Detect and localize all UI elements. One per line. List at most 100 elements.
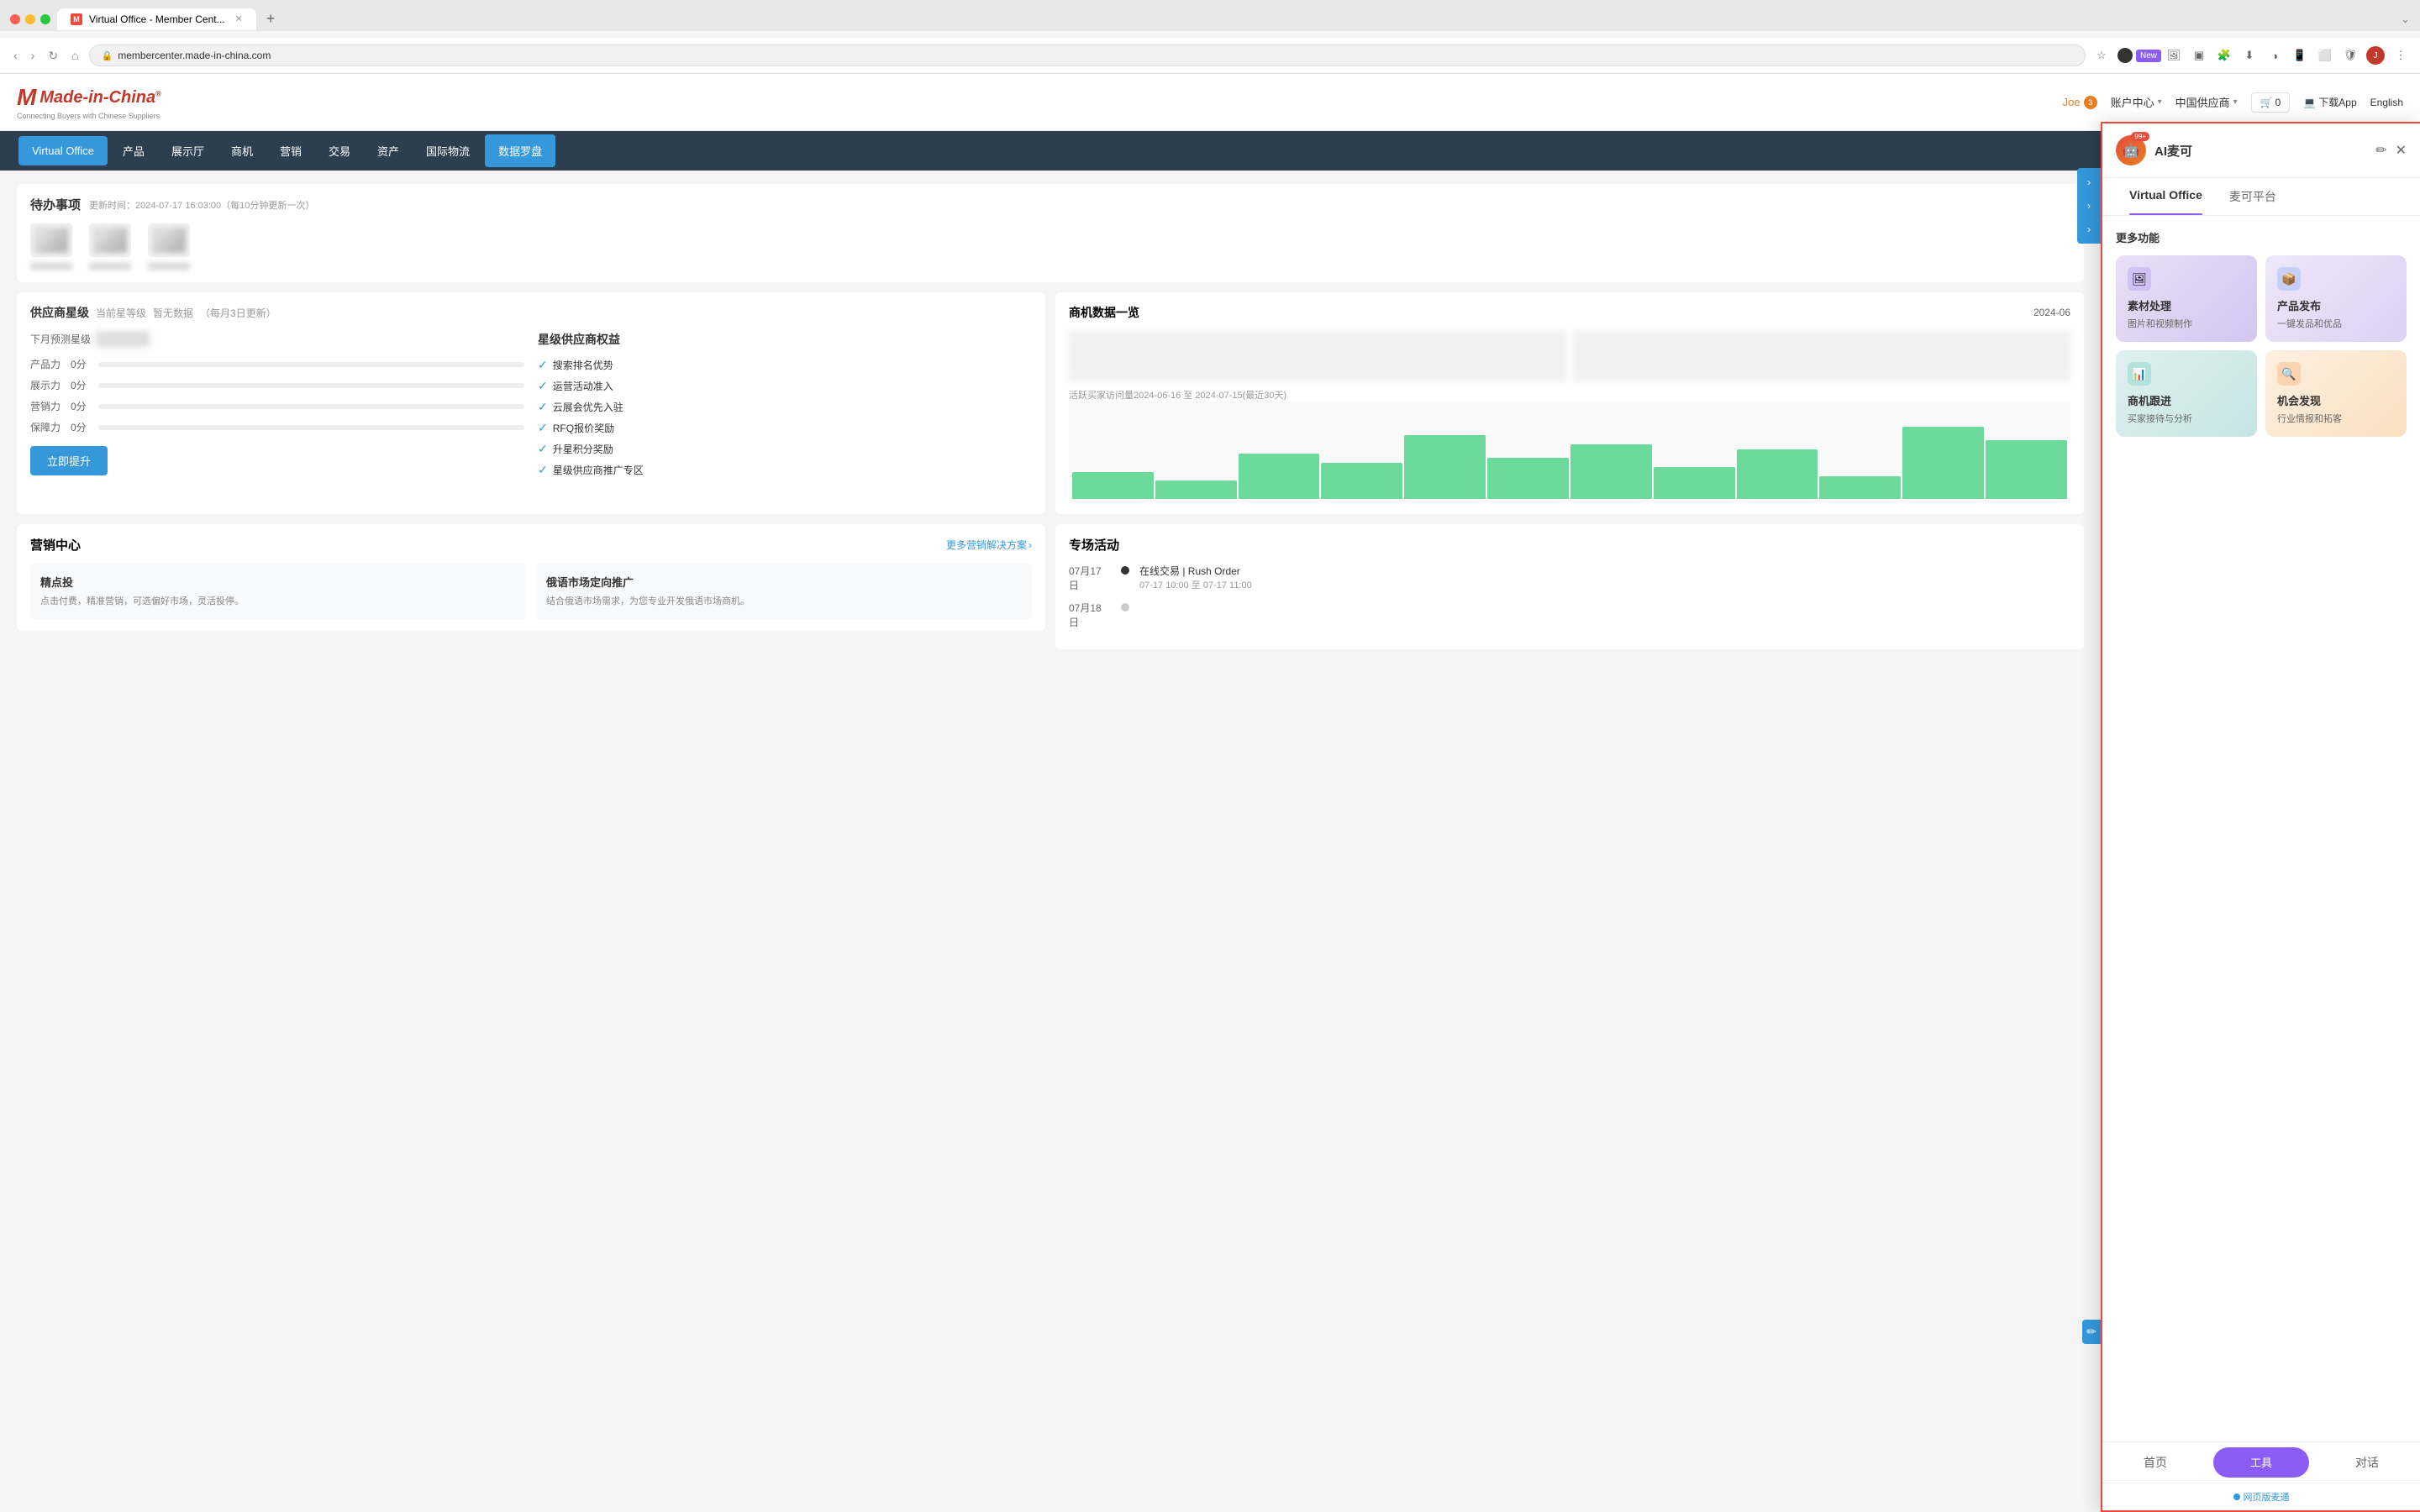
user-profile-icon[interactable]: J	[2366, 46, 2385, 65]
benefit-item-1: ✓ 搜索排名优势	[538, 358, 1032, 372]
supplier-menu[interactable]: 中国供应商 ▾	[2175, 94, 2238, 110]
feature-material-title: 素材处理	[2128, 297, 2245, 313]
nav-item-products[interactable]: 产品	[109, 131, 158, 171]
new-tab-button[interactable]: +	[260, 7, 282, 31]
mkt-card-2-title: 俄语市场定向推广	[546, 574, 1022, 590]
nav-item-opportunities[interactable]: 商机	[218, 131, 266, 171]
ai-feature-business[interactable]: 📊 商机跟进 买家接待与分析	[2116, 350, 2257, 437]
ai-compose-button[interactable]: ✏	[2375, 142, 2386, 159]
shield-icon[interactable]: 🛡	[2341, 46, 2360, 65]
ai-feature-discover[interactable]: 🔍 机会发现 行业情报和拓客	[2265, 350, 2407, 437]
marketing-section: 营销中心 更多营销解决方案 › 精点投 点击付费，精准营销，可选偏好市场，灵活投…	[17, 524, 1045, 649]
business-data-section: 商机数据一览 2024-06 活跃买家访问量2024-06-16 至 2024-…	[1055, 292, 2084, 514]
event-item-1[interactable]: 07月17日 在线交易 | Rush Order 07-17 10:00 至 0…	[1069, 564, 2070, 592]
todo-card-1[interactable]	[30, 223, 72, 270]
ai-nav-home[interactable]: 首页	[2102, 1442, 2208, 1483]
ai-feature-material[interactable]: 🖼 素材处理 图片和视频制作	[2116, 255, 2257, 342]
menu-icon[interactable]: ⋮	[2391, 46, 2410, 65]
strip-arrow-mid[interactable]: ›	[2084, 195, 2094, 217]
nav-item-assets[interactable]: 资产	[364, 131, 413, 171]
nav-item-showroom[interactable]: 展示厅	[158, 131, 218, 171]
more-marketing-link[interactable]: 更多营销解决方案 ›	[946, 538, 1032, 552]
todo-card-2[interactable]	[89, 223, 131, 270]
ai-feature-product[interactable]: 📦 产品发布 一键发品和优品	[2265, 255, 2407, 342]
event-item-2[interactable]: 07月18日	[1069, 601, 2070, 629]
bookmark-icon[interactable]: ☆	[2092, 46, 2111, 65]
nav-item-trade[interactable]: 交易	[315, 131, 364, 171]
nav-item-data-compass[interactable]: 数据罗盘	[485, 134, 555, 167]
close-button[interactable]	[10, 14, 20, 24]
traffic-lights	[10, 14, 50, 24]
event-date-2: 07月18日	[1069, 601, 1111, 629]
tab-favicon: M	[71, 13, 82, 25]
theme-icon[interactable]: ◑	[2265, 46, 2284, 65]
refresh-button[interactable]: ↻	[45, 45, 61, 66]
todo-card-icon-3	[148, 223, 190, 257]
ai-tab-maike[interactable]: 麦可平台	[2216, 178, 2290, 215]
nav-item-logistics[interactable]: 国际物流	[413, 131, 483, 171]
check-icon: ✓	[538, 379, 548, 393]
minimize-button[interactable]	[25, 14, 35, 24]
ai-bottom-nav: 首页 工具 对话	[2102, 1441, 2420, 1483]
todo-card-3[interactable]	[148, 223, 190, 270]
ai-close-button[interactable]: ✕	[2396, 142, 2407, 159]
address-bar[interactable]: 🔒 membercenter.made-in-china.com	[89, 45, 2086, 66]
benefit-item-6: ✓ 星级供应商推广专区	[538, 463, 1032, 477]
ai-nav-chat[interactable]: 对话	[2314, 1442, 2420, 1483]
benefit-item-4: ✓ RFQ报价奖励	[538, 421, 1032, 435]
feature-business-title: 商机跟进	[2128, 392, 2245, 408]
tab-bar: M Virtual Office - Member Cent... ✕ +	[57, 7, 1223, 31]
ai-nav-tools[interactable]: 工具	[2213, 1447, 2309, 1478]
business-chart-placeholder-2	[1573, 331, 2070, 381]
score-display-bar	[98, 383, 524, 388]
home-button[interactable]: ⌂	[68, 45, 82, 66]
record-icon[interactable]	[2118, 48, 2133, 63]
download-icon: 💻	[2303, 97, 2316, 108]
strip-arrow-down[interactable]: ›	[2084, 218, 2094, 240]
strip-arrow-up[interactable]: ›	[2084, 171, 2094, 193]
two-col-section: 供应商星级 当前星等级 暂无数据 （每月3日更新） 下月预测星级 暂无数据	[17, 292, 2084, 514]
photos-icon[interactable]: 🖼	[2165, 46, 2183, 65]
ai-name: AI麦可	[2154, 142, 2192, 160]
download-icon[interactable]: ⬇	[2240, 46, 2259, 65]
device-icon[interactable]: 📱	[2291, 46, 2309, 65]
todo-card-label-2	[89, 262, 131, 270]
chart-bar	[1155, 480, 1237, 499]
mkt-card-1-title: 精点投	[40, 574, 516, 590]
extensions-icon[interactable]: 🧩	[2215, 46, 2233, 65]
marketing-card-1[interactable]: 精点投 点击付费，精准营销，可选偏好市场，灵活投停。	[30, 564, 526, 619]
site-header: M Made-in-China® Connecting Buyers with …	[0, 74, 2420, 131]
new-feature-button[interactable]: New	[2139, 46, 2158, 65]
account-center-menu[interactable]: 账户中心 ▾	[2111, 94, 2162, 110]
edit-button[interactable]: ✏	[2082, 1320, 2101, 1344]
window-expand-button[interactable]: ⌄	[2401, 13, 2410, 26]
main-content: 待办事项 更新时间：2024-07-17 16:03:00（每10分钟更新一次）	[0, 171, 2420, 673]
active-tab[interactable]: M Virtual Office - Member Cent... ✕	[57, 8, 256, 30]
forward-button[interactable]: ›	[28, 45, 39, 66]
mkt-card-1-desc: 点击付费，精准营销，可选偏好市场，灵活投停。	[40, 595, 516, 609]
event-content-1: 在线交易 | Rush Order 07-17 10:00 至 07-17 11…	[1139, 564, 2070, 591]
score-display-label: 展示力	[30, 378, 64, 392]
benefits-section: 星级供应商权益 ✓ 搜索排名优势 ✓ 运营活动准入 ✓ 云	[538, 331, 1032, 484]
back-button[interactable]: ‹	[10, 45, 21, 66]
split-icon[interactable]: ▣	[2190, 46, 2208, 65]
event-title-1: 在线交易 | Rush Order	[1139, 564, 2070, 578]
ai-more-features-title: 更多功能	[2116, 229, 2407, 245]
screen-icon[interactable]: ⬜	[2316, 46, 2334, 65]
logo-reg: ®	[155, 89, 161, 97]
user-info[interactable]: Joe 3	[2063, 96, 2097, 109]
ai-tab-virtual-office[interactable]: Virtual Office	[2116, 178, 2216, 215]
chart-bar	[1654, 467, 1735, 499]
cart-button[interactable]: 🛒 0	[2251, 92, 2291, 113]
nav-item-marketing[interactable]: 营销	[266, 131, 315, 171]
feature-product-title: 产品发布	[2277, 297, 2395, 313]
upgrade-button[interactable]: 立即提升	[30, 446, 108, 475]
tab-close-icon[interactable]: ✕	[235, 13, 243, 24]
marketing-card-2[interactable]: 俄语市场定向推广 结合俄语市场需求，为您专业开发俄语市场商机。	[536, 564, 1032, 619]
maximize-button[interactable]	[40, 14, 50, 24]
download-app-button[interactable]: 💻 下载App	[2303, 95, 2356, 109]
ai-content: 更多功能 🖼 素材处理 图片和视频制作 📦 产品发布 一键发品和优品 📊 商机跟…	[2102, 216, 2420, 843]
nav-item-virtual-office[interactable]: Virtual Office	[18, 136, 108, 165]
language-button[interactable]: English	[2370, 97, 2403, 108]
ai-footer-note[interactable]: 网页版麦通	[2102, 1483, 2420, 1510]
